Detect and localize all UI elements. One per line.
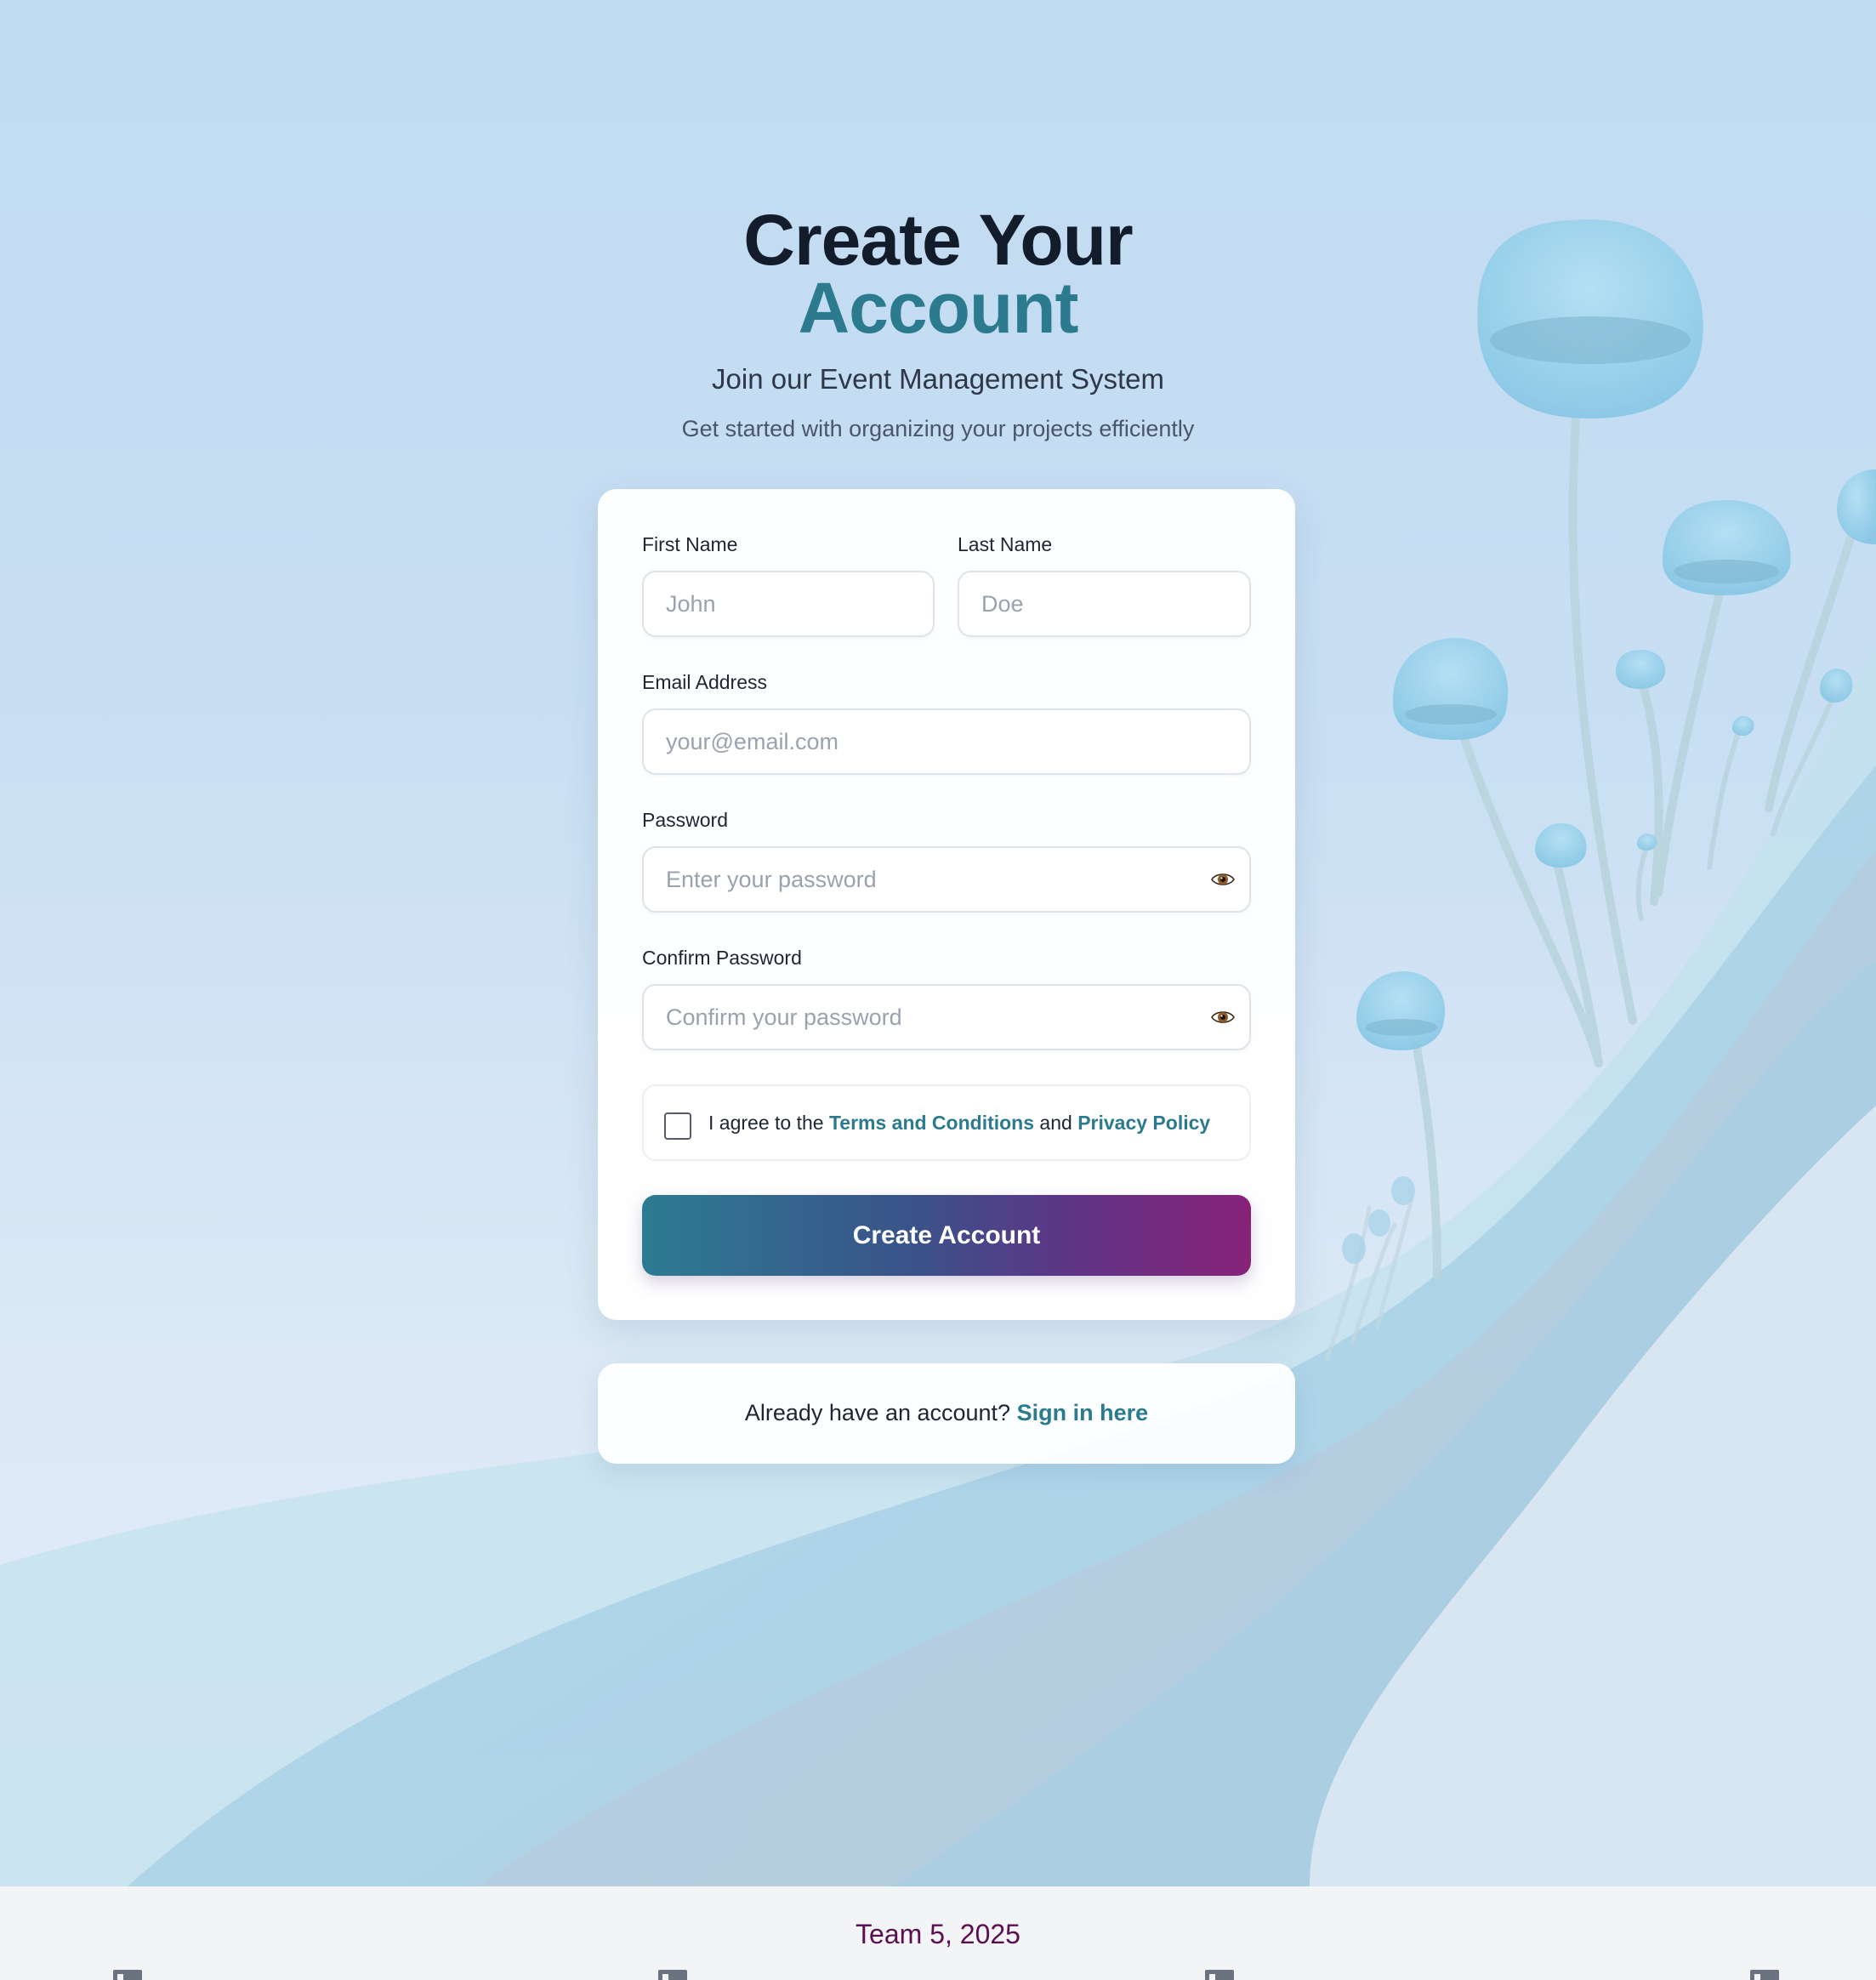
confirm-password-input[interactable] — [642, 984, 1251, 1050]
sign-in-link[interactable]: Sign in here — [1017, 1400, 1149, 1425]
terms-prefix: I agree to the — [708, 1112, 824, 1134]
footer: Team 5, 2025 — [0, 1886, 1876, 1980]
image-icon — [658, 1970, 687, 1980]
eye-icon[interactable] — [1210, 867, 1236, 892]
confirm-password-label: Confirm Password — [642, 947, 802, 969]
page-title-line2: Account — [798, 268, 1079, 348]
image-icon — [113, 1970, 142, 1980]
last-name-input[interactable] — [958, 571, 1251, 637]
last-name-label: Last Name — [958, 533, 1053, 555]
signin-text: Already have an account? Sign in here — [598, 1397, 1295, 1428]
signin-prompt: Already have an account? — [744, 1400, 1011, 1425]
registration-form-card: First Name Last Name Email Address Passw… — [598, 489, 1295, 1320]
first-name-input[interactable] — [642, 571, 935, 637]
create-account-button[interactable]: Create Account — [642, 1195, 1251, 1276]
signin-card: Already have an account? Sign in here — [598, 1363, 1295, 1464]
privacy-policy-link[interactable]: Privacy Policy — [1077, 1112, 1210, 1134]
first-name-label: First Name — [642, 533, 738, 555]
page-tagline: Get started with organizing your project… — [681, 416, 1195, 441]
page-subtitle: Join our Event Management System — [712, 363, 1164, 395]
footer-text: Team 5, 2025 — [856, 1919, 1020, 1949]
image-icon — [1205, 1970, 1234, 1980]
email-input[interactable] — [642, 708, 1251, 775]
image-icon — [1750, 1970, 1779, 1980]
terms-checkbox[interactable] — [664, 1112, 691, 1140]
terms-conjunction: and — [1039, 1112, 1072, 1134]
terms-text: I agree to the Terms and Conditions and … — [708, 1110, 1210, 1135]
email-label: Email Address — [642, 671, 768, 693]
password-label: Password — [642, 809, 728, 831]
password-input[interactable] — [642, 846, 1251, 913]
eye-icon[interactable] — [1210, 1004, 1236, 1030]
terms-and-conditions-link[interactable]: Terms and Conditions — [829, 1112, 1034, 1134]
terms-agreement-box: I agree to the Terms and Conditions and … — [642, 1084, 1251, 1161]
